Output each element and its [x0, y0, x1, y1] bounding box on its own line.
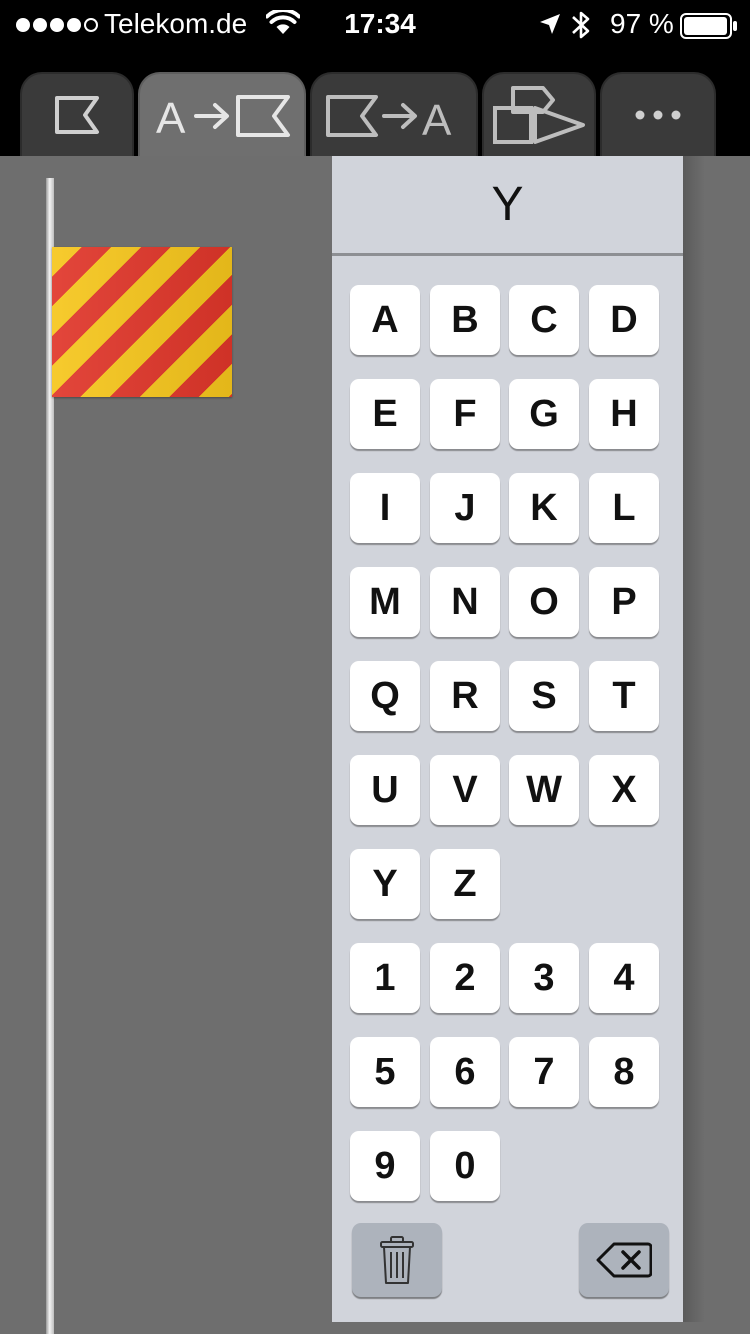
tab-letter-to-flag[interactable]: A: [138, 72, 306, 156]
key-3[interactable]: 3: [509, 943, 579, 1013]
key-h[interactable]: H: [589, 379, 659, 449]
key-t[interactable]: T: [589, 661, 659, 731]
key-e[interactable]: E: [350, 379, 420, 449]
key-0[interactable]: 0: [430, 1131, 500, 1201]
key-a[interactable]: A: [350, 285, 420, 355]
battery-percent: 97 %: [610, 8, 674, 39]
svg-text:A: A: [422, 96, 452, 139]
key-l[interactable]: L: [589, 473, 659, 543]
key-w[interactable]: W: [509, 755, 579, 825]
key-c[interactable]: C: [509, 285, 579, 355]
key-2[interactable]: 2: [430, 943, 500, 1013]
key-j[interactable]: J: [430, 473, 500, 543]
key-q[interactable]: Q: [350, 661, 420, 731]
key-g[interactable]: G: [509, 379, 579, 449]
backspace-icon: [596, 1242, 652, 1278]
key-i[interactable]: I: [350, 473, 420, 543]
key-5[interactable]: 5: [350, 1037, 420, 1107]
letter-to-flag-icon: A: [156, 94, 290, 139]
panel-shadow: [683, 156, 705, 1322]
key-m[interactable]: M: [350, 567, 420, 637]
key-x[interactable]: X: [589, 755, 659, 825]
key-y[interactable]: Y: [350, 849, 420, 919]
more-icon: [635, 110, 681, 120]
location-arrow-icon: [538, 12, 562, 41]
key-o[interactable]: O: [509, 567, 579, 637]
flag-to-letter-icon: A: [326, 95, 452, 139]
backspace-button[interactable]: [579, 1223, 669, 1297]
trash-icon: [380, 1236, 414, 1284]
key-s[interactable]: S: [509, 661, 579, 731]
key-d[interactable]: D: [589, 285, 659, 355]
clear-button[interactable]: [352, 1223, 442, 1297]
tab-shapes[interactable]: [482, 72, 596, 156]
key-1[interactable]: 1: [350, 943, 420, 1013]
key-z[interactable]: Z: [430, 849, 500, 919]
key-r[interactable]: R: [430, 661, 500, 731]
key-4[interactable]: 4: [589, 943, 659, 1013]
key-p[interactable]: P: [589, 567, 659, 637]
svg-text:A: A: [156, 94, 186, 139]
keyboard-panel: Y ABCDEFGHIJKLMNOPQRSTUVWXYZ1234567890: [332, 156, 683, 1322]
key-v[interactable]: V: [430, 755, 500, 825]
tab-more[interactable]: [600, 72, 716, 156]
signal-flag-y: [52, 247, 232, 397]
key-8[interactable]: 8: [589, 1037, 659, 1107]
letter-display: Y: [332, 156, 683, 256]
key-u[interactable]: U: [350, 755, 420, 825]
tab-flag-to-letter[interactable]: A: [310, 72, 478, 156]
tab-bar: A A: [0, 56, 750, 156]
key-7[interactable]: 7: [509, 1037, 579, 1107]
key-9[interactable]: 9: [350, 1131, 420, 1201]
key-n[interactable]: N: [430, 567, 500, 637]
key-6[interactable]: 6: [430, 1037, 500, 1107]
bluetooth-icon: [570, 8, 592, 47]
flag-icon: [55, 96, 99, 134]
battery-icon: [680, 13, 738, 44]
shapes-icon: [493, 86, 585, 144]
key-k[interactable]: K: [509, 473, 579, 543]
key-b[interactable]: B: [430, 285, 500, 355]
tab-flag[interactable]: [20, 72, 134, 156]
key-f[interactable]: F: [430, 379, 500, 449]
status-bar: Telekom.de 17:34 97 %: [0, 0, 750, 56]
